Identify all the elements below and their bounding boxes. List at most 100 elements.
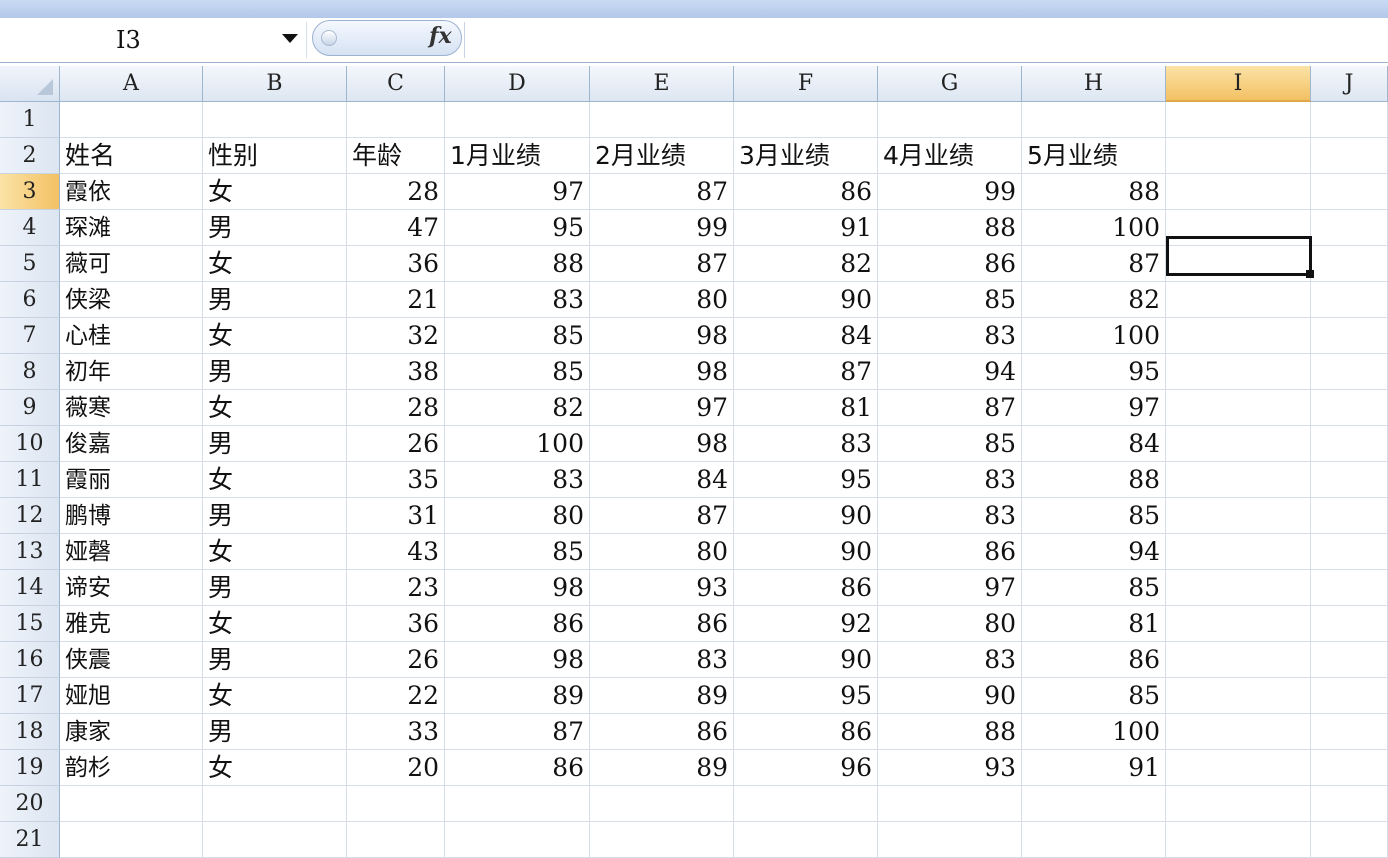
cell-B4[interactable]: 男 <box>203 210 347 246</box>
cell-A5[interactable]: 薇可 <box>60 246 203 282</box>
row-header-21[interactable]: 21 <box>0 822 60 858</box>
cell-J20[interactable] <box>1311 786 1388 822</box>
row-header-4[interactable]: 4 <box>0 210 60 246</box>
cell-F3[interactable]: 86 <box>734 174 878 210</box>
cell-H6[interactable]: 82 <box>1022 282 1166 318</box>
cell-I9[interactable] <box>1166 390 1311 426</box>
row-header-10[interactable]: 10 <box>0 426 60 462</box>
cell-G13[interactable]: 86 <box>878 534 1022 570</box>
cell-B7[interactable]: 女 <box>203 318 347 354</box>
cell-J9[interactable] <box>1311 390 1388 426</box>
cell-I15[interactable] <box>1166 606 1311 642</box>
cell-B1[interactable] <box>203 102 347 138</box>
cell-I2[interactable] <box>1166 138 1311 174</box>
cell-F12[interactable]: 90 <box>734 498 878 534</box>
name-box[interactable]: I3 <box>0 22 307 58</box>
cell-E11[interactable]: 84 <box>590 462 734 498</box>
cell-I16[interactable] <box>1166 642 1311 678</box>
row-header-15[interactable]: 15 <box>0 606 60 642</box>
cell-I17[interactable] <box>1166 678 1311 714</box>
cell-C14[interactable]: 23 <box>347 570 445 606</box>
cell-H3[interactable]: 88 <box>1022 174 1166 210</box>
cell-H11[interactable]: 88 <box>1022 462 1166 498</box>
row-header-14[interactable]: 14 <box>0 570 60 606</box>
cell-H14[interactable]: 85 <box>1022 570 1166 606</box>
cell-B18[interactable]: 男 <box>203 714 347 750</box>
cell-C1[interactable] <box>347 102 445 138</box>
cell-F18[interactable]: 86 <box>734 714 878 750</box>
cell-E15[interactable]: 86 <box>590 606 734 642</box>
cell-B5[interactable]: 女 <box>203 246 347 282</box>
row-header-2[interactable]: 2 <box>0 138 60 174</box>
cell-G1[interactable] <box>878 102 1022 138</box>
cell-G9[interactable]: 87 <box>878 390 1022 426</box>
cell-C3[interactable]: 28 <box>347 174 445 210</box>
cell-E14[interactable]: 93 <box>590 570 734 606</box>
cell-J3[interactable] <box>1311 174 1388 210</box>
cell-A11[interactable]: 霞丽 <box>60 462 203 498</box>
cell-I11[interactable] <box>1166 462 1311 498</box>
cell-A3[interactable]: 霞依 <box>60 174 203 210</box>
cell-H20[interactable] <box>1022 786 1166 822</box>
cell-E16[interactable]: 83 <box>590 642 734 678</box>
row-header-7[interactable]: 7 <box>0 318 60 354</box>
cell-I19[interactable] <box>1166 750 1311 786</box>
cell-J21[interactable] <box>1311 822 1388 858</box>
row-header-8[interactable]: 8 <box>0 354 60 390</box>
cell-A8[interactable]: 初年 <box>60 354 203 390</box>
cell-G19[interactable]: 93 <box>878 750 1022 786</box>
row-header-6[interactable]: 6 <box>0 282 60 318</box>
cell-F15[interactable]: 92 <box>734 606 878 642</box>
formula-input[interactable] <box>464 22 1388 58</box>
cell-I6[interactable] <box>1166 282 1311 318</box>
cell-E10[interactable]: 98 <box>590 426 734 462</box>
row-header-1[interactable]: 1 <box>0 102 60 138</box>
cell-A2[interactable]: 姓名 <box>60 138 203 174</box>
cell-H5[interactable]: 87 <box>1022 246 1166 282</box>
cell-F5[interactable]: 82 <box>734 246 878 282</box>
cell-E3[interactable]: 87 <box>590 174 734 210</box>
cell-E4[interactable]: 99 <box>590 210 734 246</box>
cell-J8[interactable] <box>1311 354 1388 390</box>
row-header-19[interactable]: 19 <box>0 750 60 786</box>
cell-J1[interactable] <box>1311 102 1388 138</box>
cell-D19[interactable]: 86 <box>445 750 590 786</box>
cell-A21[interactable] <box>60 822 203 858</box>
cell-F8[interactable]: 87 <box>734 354 878 390</box>
cell-F4[interactable]: 91 <box>734 210 878 246</box>
cell-A18[interactable]: 康家 <box>60 714 203 750</box>
cell-F7[interactable]: 84 <box>734 318 878 354</box>
cell-C15[interactable]: 36 <box>347 606 445 642</box>
cell-A10[interactable]: 俊嘉 <box>60 426 203 462</box>
cell-B16[interactable]: 男 <box>203 642 347 678</box>
cell-E7[interactable]: 98 <box>590 318 734 354</box>
cell-I3[interactable] <box>1166 174 1311 210</box>
cell-D5[interactable]: 88 <box>445 246 590 282</box>
cell-A20[interactable] <box>60 786 203 822</box>
cell-H17[interactable]: 85 <box>1022 678 1166 714</box>
cell-B3[interactable]: 女 <box>203 174 347 210</box>
cell-B12[interactable]: 男 <box>203 498 347 534</box>
cell-G20[interactable] <box>878 786 1022 822</box>
cell-E17[interactable]: 89 <box>590 678 734 714</box>
cell-D7[interactable]: 85 <box>445 318 590 354</box>
cell-G14[interactable]: 97 <box>878 570 1022 606</box>
cell-G21[interactable] <box>878 822 1022 858</box>
cell-J13[interactable] <box>1311 534 1388 570</box>
cell-I14[interactable] <box>1166 570 1311 606</box>
cell-F17[interactable]: 95 <box>734 678 878 714</box>
cell-E18[interactable]: 86 <box>590 714 734 750</box>
cell-I18[interactable] <box>1166 714 1311 750</box>
cell-G2[interactable]: 4月业绩 <box>878 138 1022 174</box>
column-header-E[interactable]: E <box>590 66 734 102</box>
select-all-corner[interactable] <box>0 66 60 102</box>
cell-E13[interactable]: 80 <box>590 534 734 570</box>
row-header-5[interactable]: 5 <box>0 246 60 282</box>
row-header-11[interactable]: 11 <box>0 462 60 498</box>
cell-E1[interactable] <box>590 102 734 138</box>
cell-A9[interactable]: 薇寒 <box>60 390 203 426</box>
cell-C21[interactable] <box>347 822 445 858</box>
cell-H2[interactable]: 5月业绩 <box>1022 138 1166 174</box>
cell-B9[interactable]: 女 <box>203 390 347 426</box>
cell-F20[interactable] <box>734 786 878 822</box>
